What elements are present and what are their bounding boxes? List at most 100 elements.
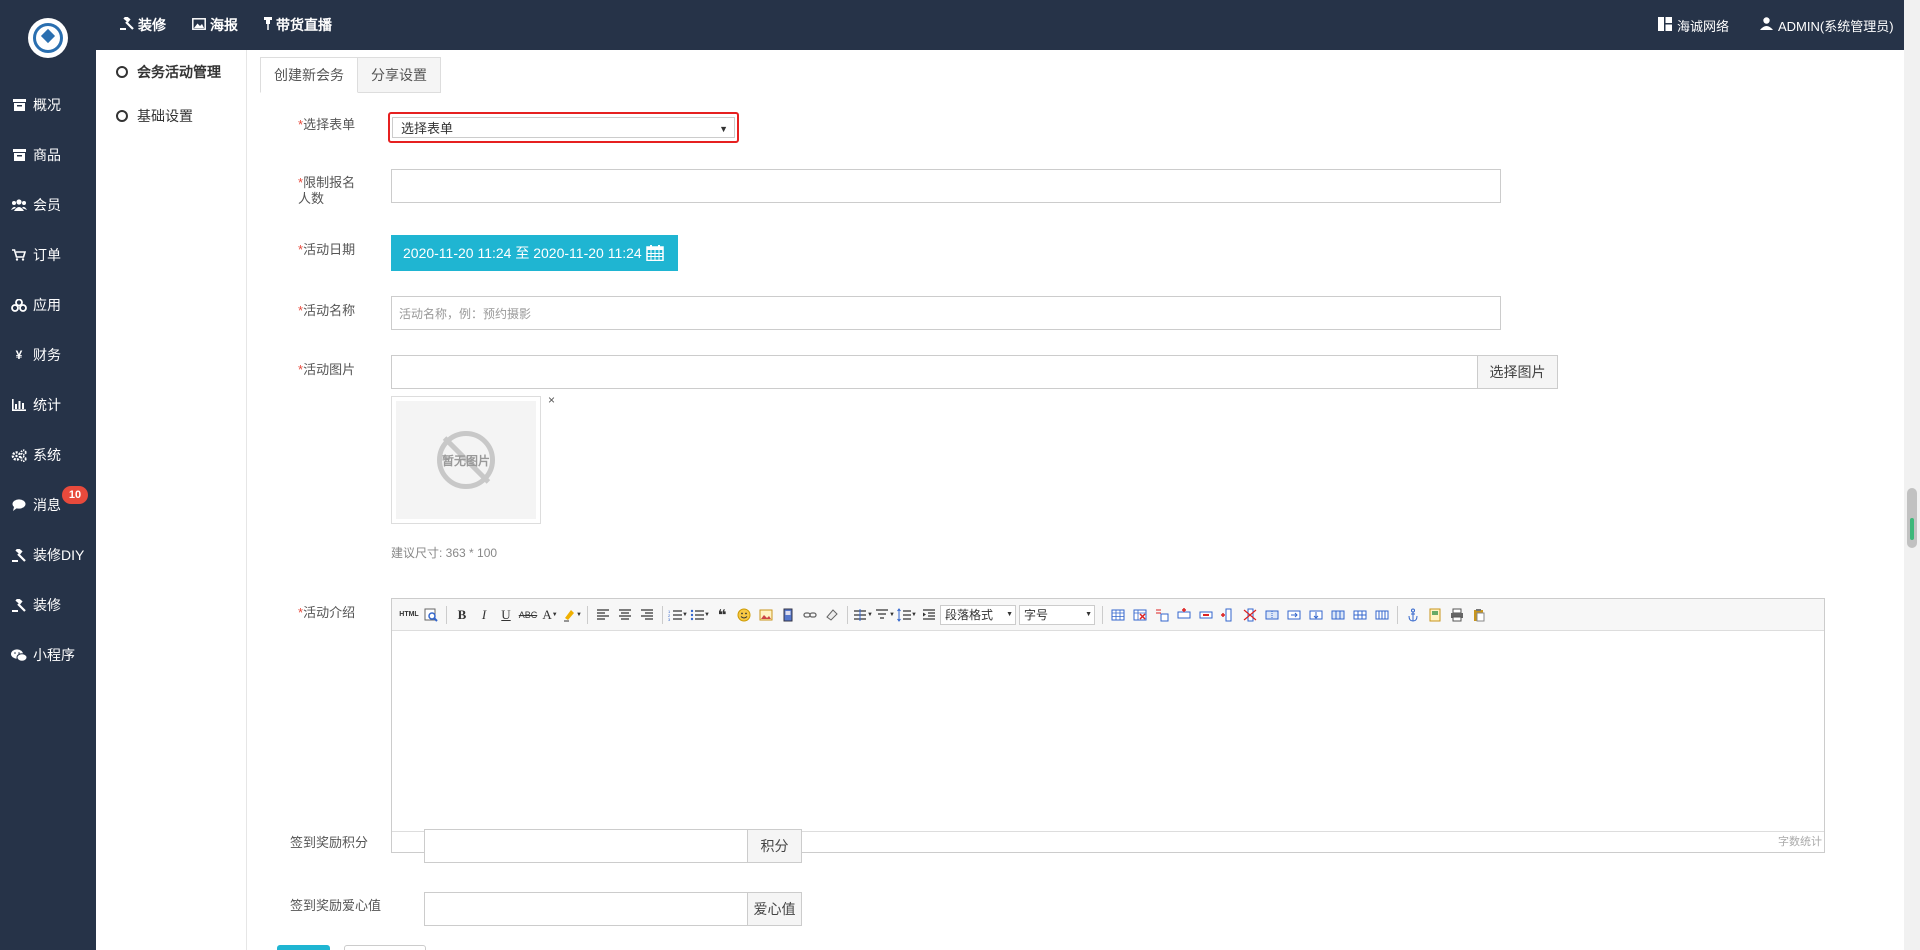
align-right-icon[interactable] xyxy=(636,605,658,625)
image-url-input[interactable] xyxy=(391,355,1478,389)
top-link-live[interactable]: 带货直播 xyxy=(264,0,332,50)
sidebar-item-label: 小程序 xyxy=(33,647,75,663)
delete-row-icon[interactable] xyxy=(1195,605,1217,625)
signin-love-input[interactable] xyxy=(424,892,748,926)
row-spacing-bottom-icon[interactable]: ▼ xyxy=(874,605,896,625)
insert-video-icon[interactable] xyxy=(777,605,799,625)
merge-down-icon[interactable] xyxy=(1305,605,1327,625)
sidebar-item-label: 商品 xyxy=(33,147,61,163)
top-link-poster[interactable]: 海报 xyxy=(192,0,238,50)
subnav-item-basic-settings[interactable]: 基础设置 xyxy=(96,94,246,138)
html-source-button[interactable]: HTML xyxy=(398,605,420,625)
event-name-input[interactable]: 活动名称，例：预约摄影 xyxy=(391,296,1501,330)
signin-love-label: 签到奖励爱心值 xyxy=(290,898,382,913)
submit-button[interactable] xyxy=(277,945,330,950)
split-cells-icon[interactable] xyxy=(1327,605,1349,625)
editor-toolbar: HTML B I U ABC A ▼ ▼ 1 2 3 ▼ ▼ ❝ ▼ ▼ ▼ 段… xyxy=(392,599,1824,631)
paragraph-format-select[interactable]: 段落格式 ▼ xyxy=(940,604,1016,625)
tab-bar: 创建新会务 分享设置 xyxy=(260,57,441,93)
sidebar-item-label: 财务 xyxy=(33,347,61,363)
merge-cells-icon[interactable] xyxy=(1261,605,1283,625)
ordered-list-icon[interactable]: 1 2 3 ▼ xyxy=(667,605,689,625)
signin-points-label: 签到奖励积分 xyxy=(290,835,369,850)
sidebar-item-messages[interactable]: 消息 10 xyxy=(0,480,96,530)
gavel-icon xyxy=(11,548,27,562)
sidebar-item-decor[interactable]: 装修 xyxy=(0,580,96,630)
gears-icon xyxy=(11,448,27,462)
sidebar-item-miniprogram[interactable]: 小程序 xyxy=(0,630,96,680)
select-form-label: *选择表单 xyxy=(298,117,356,132)
sidebar-item-goods[interactable]: 商品 xyxy=(0,130,96,180)
font-color-icon[interactable]: A ▼ xyxy=(539,605,561,625)
scrollbar-thumb[interactable] xyxy=(1907,488,1917,548)
main-menu: 概况 商品 会员 订单 应用 ¥ 财务 统计 系统 消息 10 装修DIY 装修… xyxy=(0,80,96,680)
signin-points-input[interactable] xyxy=(424,829,748,863)
italic-icon[interactable]: I xyxy=(473,605,495,625)
secondary-nav: 会务活动管理 基础设置 xyxy=(96,50,247,950)
highlight-icon[interactable]: ▼ xyxy=(561,605,583,625)
insert-paragraph-icon[interactable] xyxy=(1151,605,1173,625)
align-center-icon[interactable] xyxy=(614,605,636,625)
insert-col-icon[interactable] xyxy=(1217,605,1239,625)
delete-col-icon[interactable] xyxy=(1239,605,1261,625)
user-menu[interactable]: ADMIN(系统管理员) xyxy=(1760,0,1894,50)
preview-icon[interactable] xyxy=(420,605,442,625)
top-link-label: 带货直播 xyxy=(276,17,332,33)
sidebar-item-finance[interactable]: ¥ 财务 xyxy=(0,330,96,380)
merge-right-icon[interactable] xyxy=(1283,605,1305,625)
sidebar-item-apps[interactable]: 应用 xyxy=(0,280,96,330)
tab-create-event[interactable]: 创建新会务 xyxy=(260,57,358,93)
page-scrollbar[interactable] xyxy=(1904,0,1920,950)
limit-input[interactable] xyxy=(391,169,1501,203)
top-link-decor[interactable]: 装修 xyxy=(120,0,166,50)
sidebar-item-label: 系统 xyxy=(33,447,61,463)
image-icon xyxy=(192,17,206,33)
dashboard-icon xyxy=(11,98,27,112)
link-icon[interactable] xyxy=(799,605,821,625)
underline-icon[interactable]: U xyxy=(495,605,517,625)
sidebar-item-label: 订单 xyxy=(33,247,61,263)
back-button[interactable] xyxy=(344,945,426,950)
remove-image-icon[interactable]: × xyxy=(548,393,555,407)
split-cols-icon[interactable] xyxy=(1371,605,1393,625)
sidebar-item-stats[interactable]: 统计 xyxy=(0,380,96,430)
subnav-item-event-management[interactable]: 会务活动管理 xyxy=(96,50,246,94)
paste-icon[interactable] xyxy=(1468,605,1490,625)
insert-table-icon[interactable] xyxy=(1107,605,1129,625)
line-height-icon[interactable]: ▼ xyxy=(896,605,918,625)
tab-share-settings[interactable]: 分享设置 xyxy=(358,57,441,93)
choose-image-button[interactable]: 选择图片 xyxy=(1477,355,1558,389)
org-switcher[interactable]: 海诚网络 xyxy=(1658,0,1729,50)
strikethrough-icon[interactable]: ABC xyxy=(517,605,539,625)
sidebar-item-system[interactable]: 系统 xyxy=(0,430,96,480)
anchor-icon[interactable] xyxy=(1402,605,1424,625)
bold-icon[interactable]: B xyxy=(451,605,473,625)
quote-icon[interactable]: ❝ xyxy=(711,605,733,625)
brand-logo[interactable] xyxy=(28,18,68,58)
sidebar-item-members[interactable]: 会员 xyxy=(0,180,96,230)
delete-table-icon[interactable] xyxy=(1129,605,1151,625)
split-rows-icon[interactable] xyxy=(1349,605,1371,625)
editor-content-area[interactable] xyxy=(392,631,1824,831)
sidebar-item-orders[interactable]: 订单 xyxy=(0,230,96,280)
unordered-list-icon[interactable]: ▼ xyxy=(689,605,711,625)
align-left-icon[interactable] xyxy=(592,605,614,625)
insert-image-icon[interactable] xyxy=(755,605,777,625)
sidebar-item-decor-diy[interactable]: 装修DIY xyxy=(0,530,96,580)
sidebar-item-overview[interactable]: 概况 xyxy=(0,80,96,130)
template-icon[interactable] xyxy=(1424,605,1446,625)
indent-icon[interactable] xyxy=(918,605,940,625)
users-icon xyxy=(11,198,27,212)
emoji-icon[interactable] xyxy=(733,605,755,625)
select-form-value: 选择表单 xyxy=(401,121,454,136)
insert-row-icon[interactable] xyxy=(1173,605,1195,625)
font-size-select[interactable]: 字号 ▼ xyxy=(1019,604,1095,625)
print-icon[interactable] xyxy=(1446,605,1468,625)
eraser-icon[interactable] xyxy=(821,605,843,625)
sidebar-item-label: 消息 xyxy=(33,497,61,513)
select-form-dropdown[interactable]: 选择表单 ▼ xyxy=(388,112,739,143)
rich-text-editor: HTML B I U ABC A ▼ ▼ 1 2 3 ▼ ▼ ❝ ▼ ▼ ▼ 段… xyxy=(391,598,1825,853)
date-range-picker[interactable]: 2020-11-20 11:24 至 2020-11-20 11:24 xyxy=(391,235,678,271)
gavel-icon xyxy=(120,15,134,33)
row-spacing-top-icon[interactable]: ▼ xyxy=(852,605,874,625)
